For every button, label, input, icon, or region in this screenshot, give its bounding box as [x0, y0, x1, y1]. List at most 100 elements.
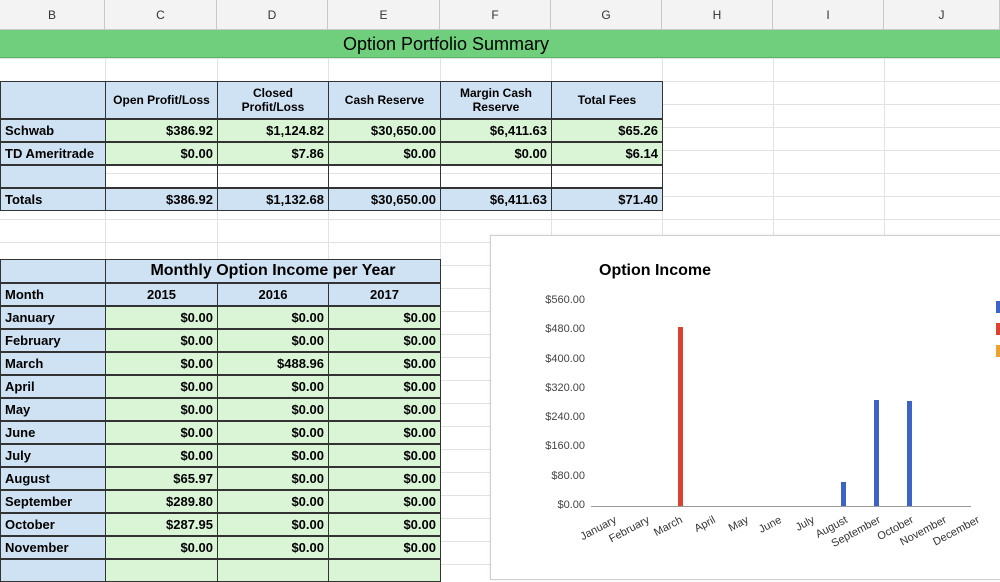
month-label[interactable]: February	[0, 329, 106, 352]
monthly-value-cell[interactable]: $0.00	[217, 444, 329, 467]
summary-header-cell[interactable]: Total Fees	[551, 81, 663, 119]
summary-header-cell[interactable]: Cash Reserve	[328, 81, 441, 119]
totals-value-cell[interactable]: $71.40	[551, 188, 663, 211]
column-header-j[interactable]: J	[884, 0, 1000, 30]
totals-value-cell[interactable]: $1,132.68	[217, 188, 329, 211]
summary-value-cell[interactable]: $1,124.82	[217, 119, 329, 142]
monthly-value-cell[interactable]: $0.00	[105, 398, 218, 421]
monthly-value-cell[interactable]: $0.00	[217, 306, 329, 329]
totals-label[interactable]: Totals	[0, 188, 106, 211]
totals-value-cell[interactable]: $30,650.00	[328, 188, 441, 211]
summary-header-blank[interactable]	[0, 81, 106, 119]
chart-bar[interactable]	[841, 481, 846, 506]
month-label[interactable]: July	[0, 444, 106, 467]
summary-value-cell[interactable]: $6.14	[551, 142, 663, 165]
summary-blank-cell[interactable]	[440, 165, 552, 188]
monthly-value-cell[interactable]: $0.00	[328, 421, 441, 444]
column-header-e[interactable]: E	[328, 0, 440, 30]
chart-bar[interactable]	[874, 399, 879, 506]
month-label[interactable]: November	[0, 536, 106, 559]
sheet-title-banner[interactable]: Option Portfolio Summary	[0, 30, 1000, 58]
column-header-i[interactable]: I	[773, 0, 884, 30]
month-header[interactable]: Month	[0, 283, 106, 306]
summary-blank-cell[interactable]	[105, 165, 218, 188]
summary-value-cell[interactable]: $386.92	[105, 119, 218, 142]
month-label[interactable]: May	[0, 398, 106, 421]
month-label[interactable]: March	[0, 352, 106, 375]
summary-value-cell[interactable]: $30,650.00	[328, 119, 441, 142]
monthly-value-cell[interactable]: $0.00	[328, 398, 441, 421]
summary-blank-cell[interactable]	[551, 165, 663, 188]
monthly-value-cell[interactable]: $0.00	[328, 536, 441, 559]
column-header-g[interactable]: G	[551, 0, 662, 30]
monthly-value-cell[interactable]: $0.00	[217, 467, 329, 490]
legend-swatch[interactable]	[996, 323, 1000, 335]
year-header[interactable]: 2017	[328, 283, 441, 306]
monthly-value-cell[interactable]: $0.00	[105, 306, 218, 329]
monthly-value-cell[interactable]: $289.80	[105, 490, 218, 513]
monthly-value-cell[interactable]: $488.96	[217, 352, 329, 375]
monthly-value-cell[interactable]: $287.95	[105, 513, 218, 536]
column-header-b[interactable]: B	[0, 0, 105, 30]
column-header-h[interactable]: H	[662, 0, 773, 30]
summary-blank-cell[interactable]	[0, 165, 106, 188]
month-label[interactable]: January	[0, 306, 106, 329]
summary-header-cell[interactable]: Open Profit/Loss	[105, 81, 218, 119]
summary-value-cell[interactable]: $0.00	[328, 142, 441, 165]
summary-value-cell[interactable]: $6,411.63	[440, 119, 552, 142]
summary-value-cell[interactable]: $0.00	[440, 142, 552, 165]
legend-swatch[interactable]	[996, 345, 1000, 357]
broker-label[interactable]: Schwab	[0, 119, 106, 142]
monthly-value-cell[interactable]: $0.00	[217, 536, 329, 559]
chart-bar[interactable]	[907, 400, 912, 506]
monthly-value-cell[interactable]: $0.00	[328, 513, 441, 536]
y-axis-tick-label: $0.00	[557, 499, 585, 511]
month-label[interactable]: April	[0, 375, 106, 398]
column-header-d[interactable]: D	[217, 0, 328, 30]
year-header[interactable]: 2016	[217, 283, 329, 306]
month-label[interactable]: September	[0, 490, 106, 513]
summary-blank-cell[interactable]	[217, 165, 329, 188]
totals-value-cell[interactable]: $6,411.63	[440, 188, 552, 211]
monthly-value-cell[interactable]: $0.00	[105, 352, 218, 375]
chart-bar[interactable]	[678, 327, 683, 506]
year-header[interactable]: 2015	[105, 283, 218, 306]
monthly-value-cell[interactable]: $0.00	[328, 490, 441, 513]
summary-blank-cell[interactable]	[328, 165, 441, 188]
summary-value-cell[interactable]: $65.26	[551, 119, 663, 142]
monthly-value-cell[interactable]: $0.00	[217, 513, 329, 536]
summary-header-cell[interactable]: Margin Cash Reserve	[440, 81, 552, 119]
monthly-value-cell[interactable]: $0.00	[328, 467, 441, 490]
legend-swatch[interactable]	[996, 301, 1000, 313]
monthly-value-cell[interactable]: $0.00	[217, 375, 329, 398]
monthly-value-cell[interactable]: $0.00	[328, 375, 441, 398]
monthly-value-cell[interactable]: $0.00	[217, 329, 329, 352]
month-label[interactable]: June	[0, 421, 106, 444]
summary-value-cell[interactable]: $7.86	[217, 142, 329, 165]
monthly-value-cell[interactable]: $0.00	[105, 444, 218, 467]
monthly-value-cell[interactable]: $0.00	[328, 444, 441, 467]
month-label[interactable]: August	[0, 467, 106, 490]
monthly-value-cell[interactable]: $0.00	[328, 329, 441, 352]
monthly-value-cell[interactable]: $0.00	[217, 421, 329, 444]
monthly-value-cell[interactable]: $0.00	[105, 536, 218, 559]
monthly-value-cell[interactable]: $65.97	[105, 467, 218, 490]
summary-value-cell[interactable]: $0.00	[105, 142, 218, 165]
option-income-chart[interactable]: Option Income $560.00 $480.00 $400.00 $320.…	[490, 235, 1000, 580]
monthly-value-cell[interactable]: $0.00	[217, 490, 329, 513]
monthly-value-cell[interactable]: $0.00	[328, 306, 441, 329]
column-header-f[interactable]: F	[440, 0, 551, 30]
broker-label[interactable]: TD Ameritrade	[0, 142, 106, 165]
column-header-c[interactable]: C	[105, 0, 217, 30]
monthly-value-cell[interactable]: $0.00	[217, 398, 329, 421]
monthly-value-cell[interactable]: $0.00	[105, 329, 218, 352]
month-label[interactable]: October	[0, 513, 106, 536]
totals-value-cell[interactable]: $386.92	[105, 188, 218, 211]
monthly-title-blank[interactable]	[0, 259, 106, 283]
y-axis-tick-label: $560.00	[545, 294, 585, 306]
monthly-value-cell[interactable]: $0.00	[105, 421, 218, 444]
monthly-table-title[interactable]: Monthly Option Income per Year	[105, 259, 441, 283]
summary-header-cell[interactable]: Closed Profit/Loss	[217, 81, 329, 119]
monthly-value-cell[interactable]: $0.00	[105, 375, 218, 398]
monthly-value-cell[interactable]: $0.00	[328, 352, 441, 375]
